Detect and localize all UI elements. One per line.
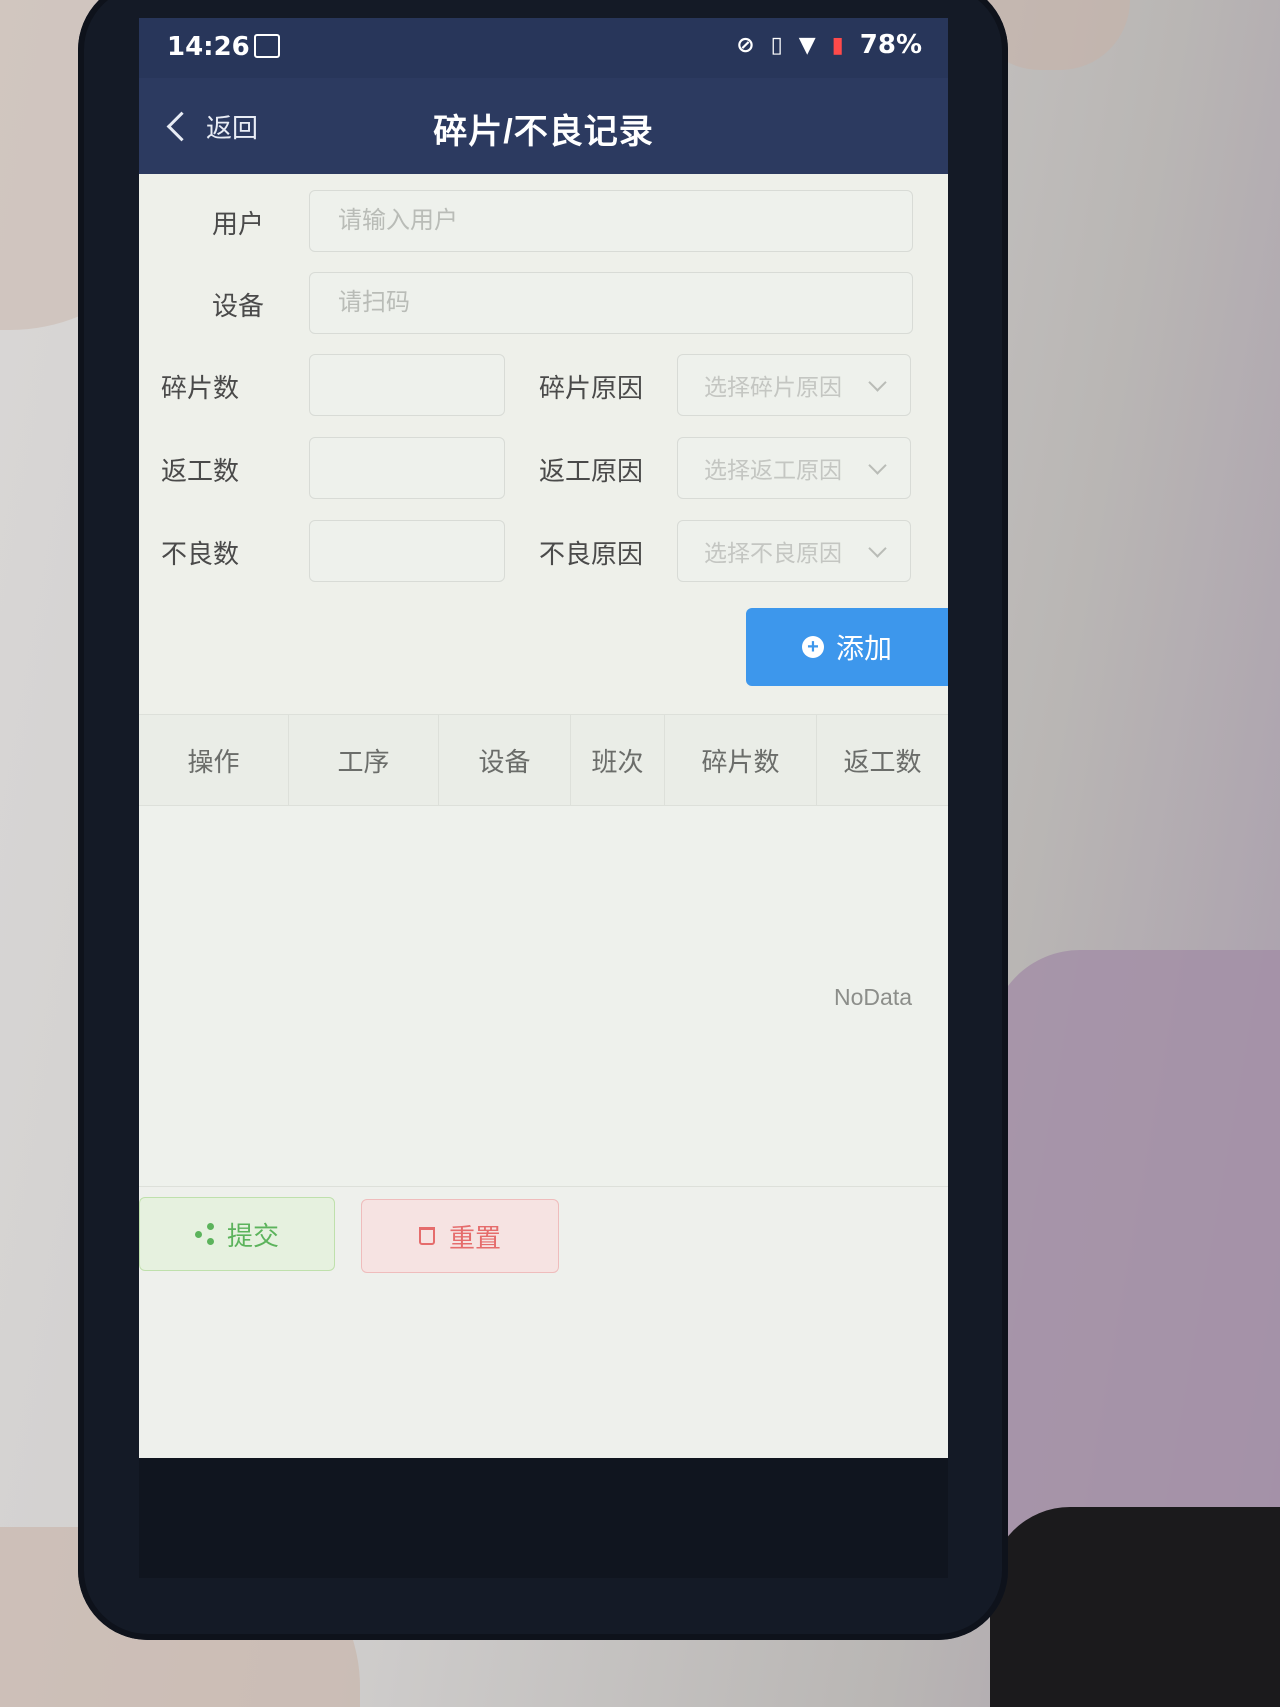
sim-card-icon [254,34,280,58]
defect-count-field [309,520,505,582]
column-header[interactable]: 返工数 [817,715,948,805]
fragment-count-field [309,354,505,416]
submit-label: 提交 [226,1220,279,1251]
device-label: 设备 [211,291,264,321]
user-field [309,190,913,252]
action-bar: 提交 重置 [139,1187,948,1307]
status-time: 14:26 [167,32,250,62]
battery-percent: 78% [859,30,922,60]
rework-reason-label: 返工原因 [538,456,643,486]
device-scan-input[interactable] [310,273,912,333]
no-sim-icon: ⊘ [736,32,755,58]
defect-reason-select[interactable]: 选择不良原因 [677,520,911,582]
defect-row: 不良数 不良原因 选择不良原因 [139,520,948,582]
nav-bar: 返回 碎片/不良记录 [139,78,948,174]
background-dark-object [990,1507,1280,1707]
user-row: 用户 [139,190,948,252]
fragment-row: 碎片数 碎片原因 选择碎片原因 [139,354,948,416]
column-header[interactable]: 设备 [439,715,571,805]
share-icon [194,1223,215,1245]
reset-label: 重置 [448,1222,501,1253]
user-label: 用户 [211,209,264,239]
status-bar: 14:26 ⊘ ▯ ▼ ▮ 78% [139,18,948,78]
wifi-icon: ▼ [798,32,816,58]
defect-count-label: 不良数 [160,539,239,569]
vibrate-icon: ▯ [770,32,783,58]
add-button-label: 添加 [835,633,892,664]
status-icons: ⊘ ▯ ▼ ▮ 78% [736,30,922,60]
device-row: 设备 [139,272,948,334]
phone-bezel-bottom [139,1458,948,1578]
column-header[interactable]: 工序 [289,715,439,805]
chevron-down-icon [868,538,887,558]
user-input[interactable] [310,191,912,251]
add-button[interactable]: + 添加 [746,608,948,686]
rework-row: 返工数 返工原因 选择返工原因 [139,437,948,499]
fragment-count-label: 碎片数 [160,373,239,403]
fragment-count-input[interactable] [310,355,504,415]
trash-icon [418,1227,435,1245]
battery-icon: ▮ [831,32,844,58]
fragment-reason-label: 碎片原因 [538,373,643,403]
app-screen: 14:26 ⊘ ▯ ▼ ▮ 78% 返回 碎片/不良记录 用户 设备 [139,18,948,1458]
defect-reason-placeholder: 选择不良原因 [704,540,842,566]
page-title: 碎片/不良记录 [433,113,654,151]
rework-count-label: 返工数 [160,456,239,486]
table-body: NoData [139,806,948,1187]
chevron-down-icon [868,455,887,475]
rework-reason-placeholder: 选择返工原因 [704,457,842,483]
column-header[interactable]: 碎片数 [665,715,817,805]
rework-count-field [309,437,505,499]
fragment-reason-placeholder: 选择碎片原因 [704,374,842,400]
defect-reason-label: 不良原因 [538,539,643,569]
column-header[interactable]: 操作 [139,715,289,805]
fragment-reason-select[interactable]: 选择碎片原因 [677,354,911,416]
empty-table-text: NoData [834,984,912,1010]
submit-button[interactable]: 提交 [139,1197,335,1271]
chevron-down-icon [868,372,887,392]
rework-count-input[interactable] [310,438,504,498]
reset-button[interactable]: 重置 [361,1199,559,1273]
column-header[interactable]: 班次 [571,715,665,805]
table-header: 操作 工序 设备 班次 碎片数 返工数 [139,714,948,806]
defect-count-input[interactable] [310,521,504,581]
record-form: 用户 设备 碎片数 碎片原因 选择碎片原因 返工数 [139,174,948,714]
plus-circle-icon: + [801,636,824,658]
rework-reason-select[interactable]: 选择返工原因 [677,437,911,499]
device-field [309,272,913,334]
